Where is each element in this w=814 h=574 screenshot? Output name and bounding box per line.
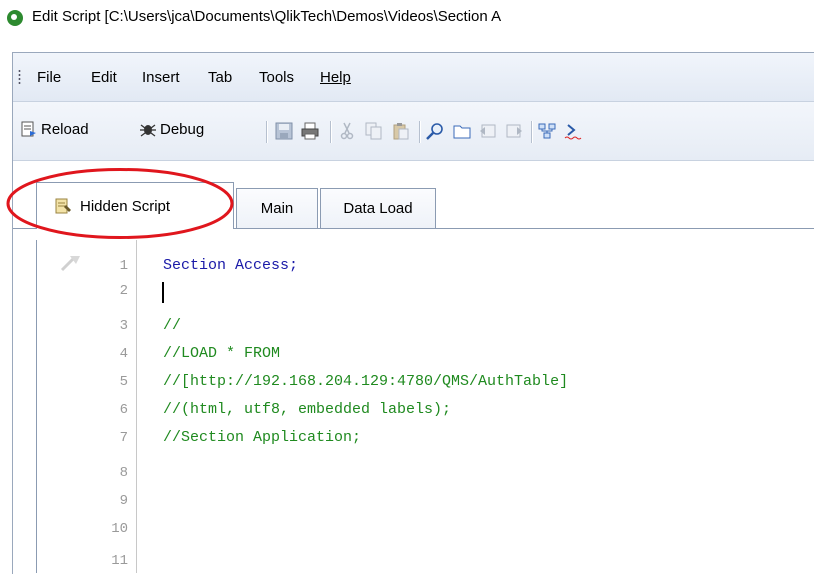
menubar-grip-icon[interactable]	[18, 69, 21, 85]
toolbar-separator	[330, 121, 332, 143]
gutter-divider	[136, 240, 137, 573]
menu-bar: File Edit Insert Tab Tools Help	[13, 53, 814, 102]
line-number: 9	[119, 493, 128, 509]
text-caret	[162, 282, 164, 303]
line-number: 6	[119, 402, 128, 418]
qlikview-app-icon	[7, 10, 23, 26]
line-number: 5	[119, 374, 128, 390]
table-viewer-icon[interactable]	[538, 122, 556, 140]
debug-button[interactable]: Debug	[139, 120, 204, 138]
pin-icon	[60, 256, 80, 272]
line-number: 7	[119, 430, 128, 446]
code-line: //Section Application;	[163, 429, 362, 446]
save-icon[interactable]	[275, 122, 293, 140]
debug-icon	[139, 120, 157, 138]
line-number: 8	[119, 465, 128, 481]
menu-file[interactable]: File	[37, 69, 61, 86]
highlight-annotation-ellipse	[6, 168, 234, 239]
debug-label: Debug	[160, 120, 205, 138]
line-number: 3	[119, 318, 128, 334]
menu-tab[interactable]: Tab	[208, 69, 232, 86]
print-icon[interactable]	[301, 122, 319, 140]
reload-label: Reload	[41, 120, 89, 138]
tab-right-icon[interactable]	[505, 122, 523, 140]
code-line: //(html, utf8, embedded labels);	[163, 401, 452, 418]
code-line: //	[163, 317, 182, 334]
tab-label: Main	[260, 200, 294, 217]
copy-icon[interactable]	[365, 122, 383, 140]
tab-data-load[interactable]: Data Load	[320, 188, 436, 228]
menu-edit[interactable]: Edit	[91, 69, 117, 86]
reload-icon	[20, 120, 38, 138]
line-number: 1	[119, 258, 128, 274]
menu-tools[interactable]: Tools	[259, 69, 294, 86]
title-bar: Edit Script [C:\Users\jca\Documents\Qlik…	[0, 0, 814, 52]
code-line: //LOAD * FROM	[163, 345, 281, 362]
tab-left-icon[interactable]	[479, 122, 497, 140]
menu-insert[interactable]: Insert	[142, 69, 180, 86]
new-tab-icon[interactable]	[453, 122, 471, 140]
tab-main[interactable]: Main	[236, 188, 318, 228]
cut-icon[interactable]	[338, 122, 356, 140]
tab-label: Data Load	[343, 200, 413, 217]
code-line: //[http://192.168.204.129:4780/QMS/AuthT…	[163, 373, 569, 390]
code-line: Section Access;	[163, 257, 299, 274]
window-title: Edit Script [C:\Users\jca\Documents\Qlik…	[32, 8, 502, 25]
paste-icon[interactable]	[392, 122, 410, 140]
reload-button[interactable]: Reload	[20, 120, 89, 138]
toolbar-separator	[419, 121, 421, 143]
menu-help[interactable]: Help	[320, 69, 351, 86]
toolbar-separator	[266, 121, 268, 143]
line-number: 10	[111, 521, 128, 537]
syntax-check-icon[interactable]	[564, 122, 582, 140]
line-number: 4	[119, 346, 128, 362]
find-icon[interactable]	[426, 122, 444, 140]
line-number: 11	[111, 553, 128, 569]
toolbar: Reload Debug	[13, 102, 814, 161]
line-number: 2	[119, 283, 128, 299]
toolbar-separator	[531, 121, 533, 143]
